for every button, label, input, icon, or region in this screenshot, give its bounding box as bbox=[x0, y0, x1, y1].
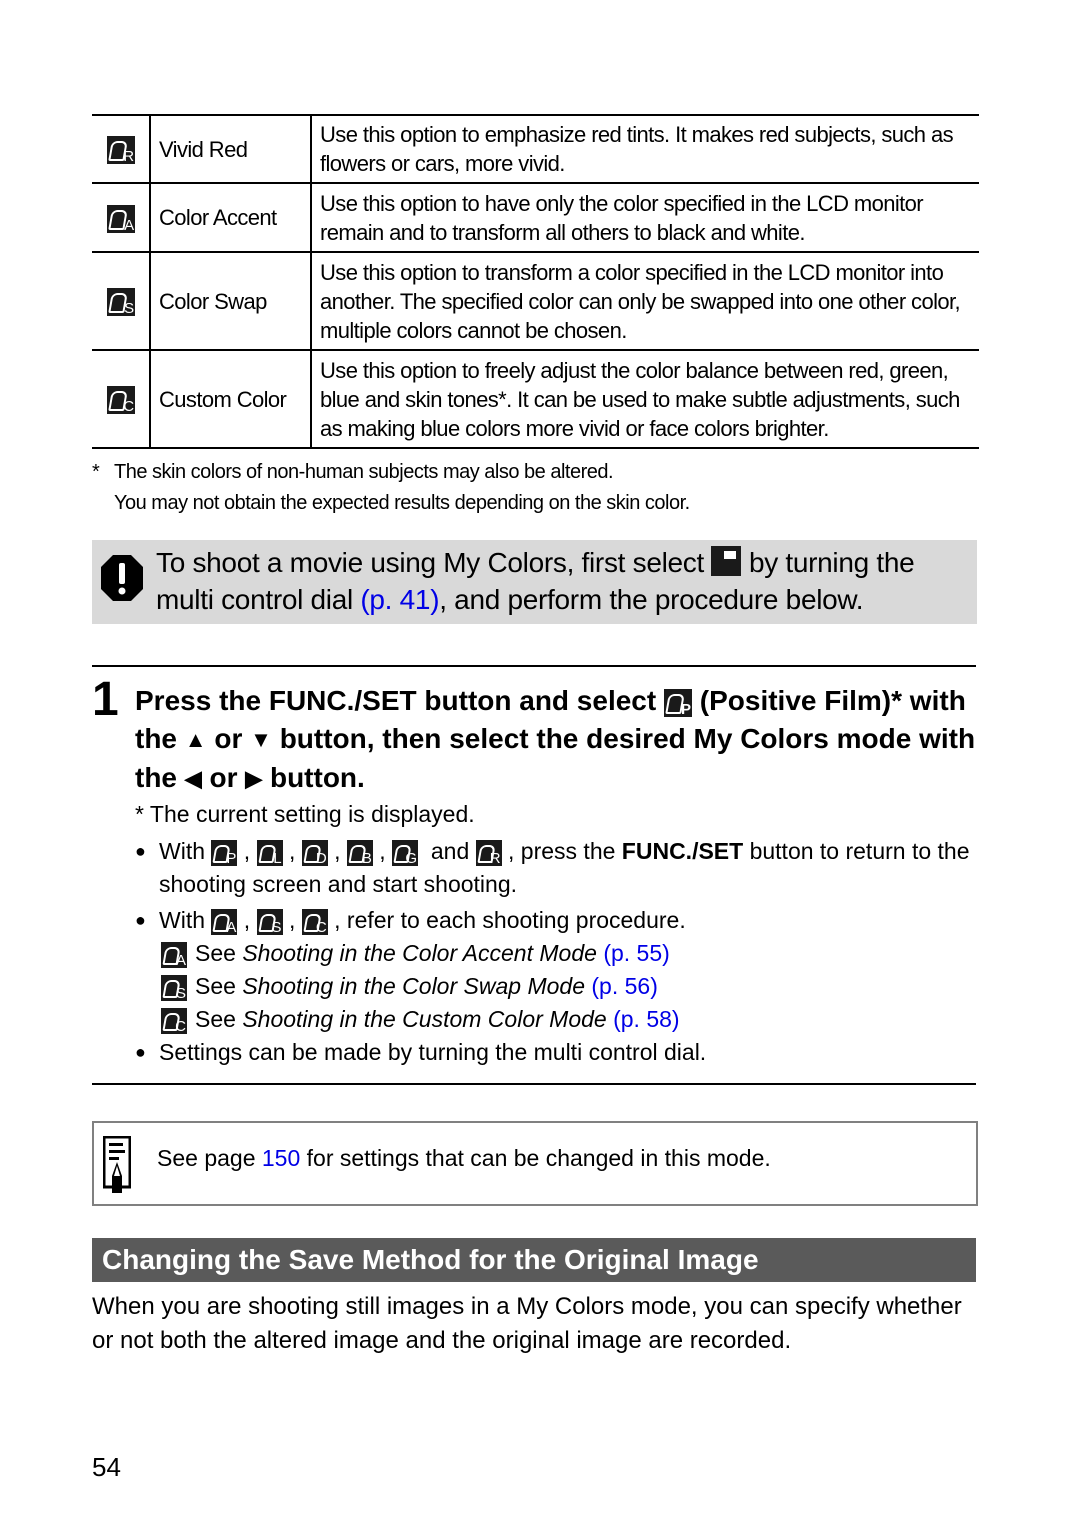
table-footnote-line2: You may not obtain the expected results … bbox=[114, 492, 690, 514]
custom-color-icon: C bbox=[106, 386, 135, 415]
caution-text: To shoot a movie using My Colors, first … bbox=[156, 546, 915, 615]
reference-item: A See Shooting in the Color Accent Mode (… bbox=[135, 937, 980, 970]
color-swap-icon: S bbox=[256, 908, 283, 935]
page-link-41[interactable]: (p. 41) bbox=[360, 584, 439, 615]
mode-name: Vivid Red bbox=[150, 115, 312, 184]
color-accent-icon: A bbox=[106, 204, 135, 233]
table-footnote-line1: * The skin colors of non-human subjects m… bbox=[92, 461, 614, 483]
page-number: 54 bbox=[92, 1452, 121, 1482]
reference-item: C See Shooting in the Custom Color Mode (… bbox=[135, 1003, 980, 1036]
my-colors-mode-table: R Vivid Red Use this option to emphasize… bbox=[92, 114, 979, 449]
step-body: * The current setting is displayed. With… bbox=[135, 798, 980, 1069]
table-row: R Vivid Red Use this option to emphasize… bbox=[92, 115, 979, 184]
vivid-blue-icon: B bbox=[346, 839, 373, 866]
positive-film-icon: P bbox=[663, 688, 692, 717]
right-arrow-icon: ▶ bbox=[245, 766, 263, 791]
mode-description: Use this option to have only the color s… bbox=[311, 183, 979, 253]
step-top-rule bbox=[92, 665, 976, 667]
page-link-56[interactable]: (p. 56) bbox=[591, 973, 657, 999]
left-arrow-icon: ◀ bbox=[184, 766, 202, 791]
color-accent-icon: A bbox=[211, 908, 238, 935]
section-heading: Changing the Save Method for the Origina… bbox=[92, 1238, 976, 1282]
custom-color-icon: C bbox=[301, 908, 328, 935]
step-bottom-rule bbox=[92, 1083, 976, 1085]
bullet-item: Settings can be made by turning the mult… bbox=[135, 1036, 980, 1069]
page-link-55[interactable]: (p. 55) bbox=[603, 940, 669, 966]
note-box: See page 150 for settings that can be ch… bbox=[92, 1121, 978, 1206]
vivid-green-icon: G bbox=[392, 839, 419, 866]
positive-film-icon: P bbox=[211, 839, 238, 866]
mode-description: Use this option to emphasize red tints. … bbox=[311, 115, 979, 184]
custom-color-icon: C bbox=[161, 1007, 187, 1034]
table-row: C Custom Color Use this option to freely… bbox=[92, 350, 979, 449]
up-arrow-icon: ▲ bbox=[184, 727, 207, 752]
mode-name: Color Accent bbox=[150, 183, 312, 253]
vivid-red-icon: R bbox=[106, 136, 135, 165]
bullet-item: With P , L , D , B , G and R , press the… bbox=[135, 835, 980, 901]
vivid-red-icon: R bbox=[475, 839, 502, 866]
note-text: See page 150 for settings that can be ch… bbox=[157, 1145, 771, 1171]
color-swap-icon: S bbox=[106, 288, 135, 317]
memo-icon bbox=[103, 1136, 131, 1193]
color-accent-icon: A bbox=[161, 941, 187, 968]
page-link-58[interactable]: (p. 58) bbox=[613, 1006, 679, 1032]
lighter-skin-tone-icon: L bbox=[256, 839, 283, 866]
table-row: A Color Accent Use this option to have o… bbox=[92, 183, 979, 253]
reference-item: S See Shooting in the Color Swap Mode (p.… bbox=[135, 970, 980, 1003]
movie-my-colors-icon bbox=[711, 546, 742, 576]
page-link-150[interactable]: 150 bbox=[262, 1145, 300, 1171]
step-number: 1 bbox=[92, 673, 119, 726]
step-note: * The current setting is displayed. bbox=[135, 801, 475, 827]
down-arrow-icon: ▼ bbox=[250, 727, 272, 752]
mode-description: Use this option to freely adjust the col… bbox=[311, 350, 979, 449]
bullet-item: With A , S , C , refer to each shooting … bbox=[135, 904, 980, 937]
darker-skin-tone-icon: D bbox=[301, 839, 328, 866]
mode-name: Custom Color bbox=[150, 350, 312, 449]
mode-name: Color Swap bbox=[150, 252, 312, 351]
caution-box: To shoot a movie using My Colors, first … bbox=[92, 540, 977, 624]
color-swap-icon: S bbox=[161, 974, 187, 1001]
table-row: S Color Swap Use this option to transfor… bbox=[92, 252, 979, 351]
mode-description: Use this option to transform a color spe… bbox=[311, 252, 979, 351]
step-heading: Press the FUNC./SET button and select P … bbox=[135, 682, 980, 798]
section-body: When you are shooting still images in a … bbox=[92, 1293, 962, 1354]
caution-icon bbox=[101, 555, 143, 601]
